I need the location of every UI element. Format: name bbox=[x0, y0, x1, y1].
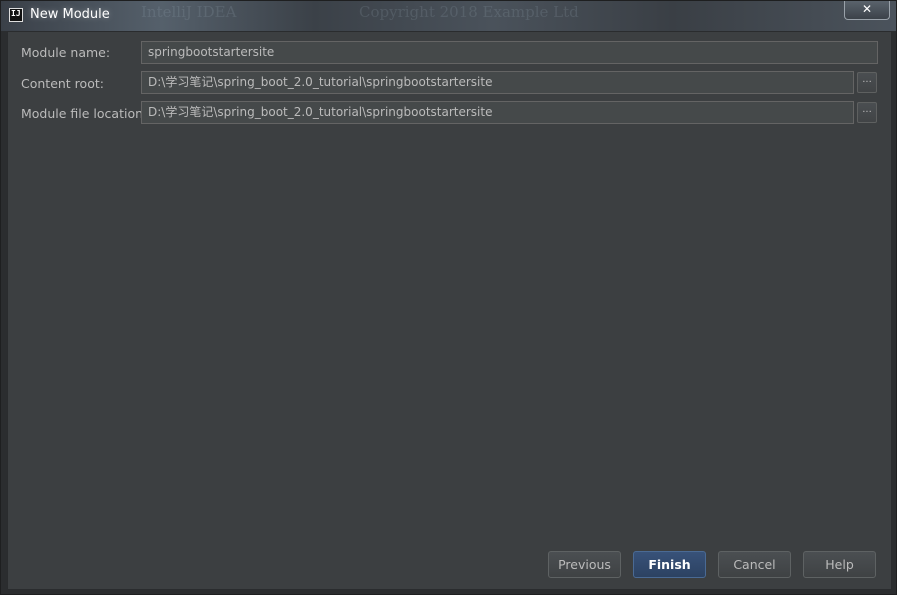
help-button[interactable]: Help bbox=[803, 551, 876, 578]
dialog-content: Module name: springbootstartersite Conte… bbox=[7, 31, 892, 590]
new-module-dialog: IntelliJ IDEA Copyright 2018 Example Ltd… bbox=[0, 0, 897, 595]
module-name-label: Module name: bbox=[21, 45, 111, 60]
background-ghost-text: IntelliJ IDEA bbox=[141, 3, 237, 21]
module-file-location-input[interactable]: D:\学习笔记\spring_boot_2.0_tutorial\springb… bbox=[141, 101, 854, 124]
module-file-location-browse-button[interactable]: ... bbox=[857, 102, 877, 123]
content-root-label: Content root: bbox=[21, 76, 104, 91]
finish-button[interactable]: Finish bbox=[633, 551, 706, 578]
module-file-location-label: Module file location: bbox=[21, 106, 148, 121]
close-icon: ✕ bbox=[861, 2, 873, 16]
content-root-input[interactable]: D:\学习笔记\spring_boot_2.0_tutorial\springb… bbox=[141, 71, 854, 94]
window-title: New Module bbox=[30, 7, 110, 22]
content-root-browse-button[interactable]: ... bbox=[857, 72, 877, 93]
cancel-button[interactable]: Cancel bbox=[718, 551, 791, 578]
intellij-app-icon: IJ bbox=[9, 8, 23, 22]
title-bar[interactable]: IntelliJ IDEA Copyright 2018 Example Ltd… bbox=[1, 1, 896, 31]
background-ghost-text: Copyright 2018 Example Ltd bbox=[359, 3, 579, 21]
previous-button[interactable]: Previous bbox=[548, 551, 621, 578]
close-button[interactable]: ✕ bbox=[844, 1, 890, 20]
module-name-input[interactable]: springbootstartersite bbox=[141, 41, 878, 64]
